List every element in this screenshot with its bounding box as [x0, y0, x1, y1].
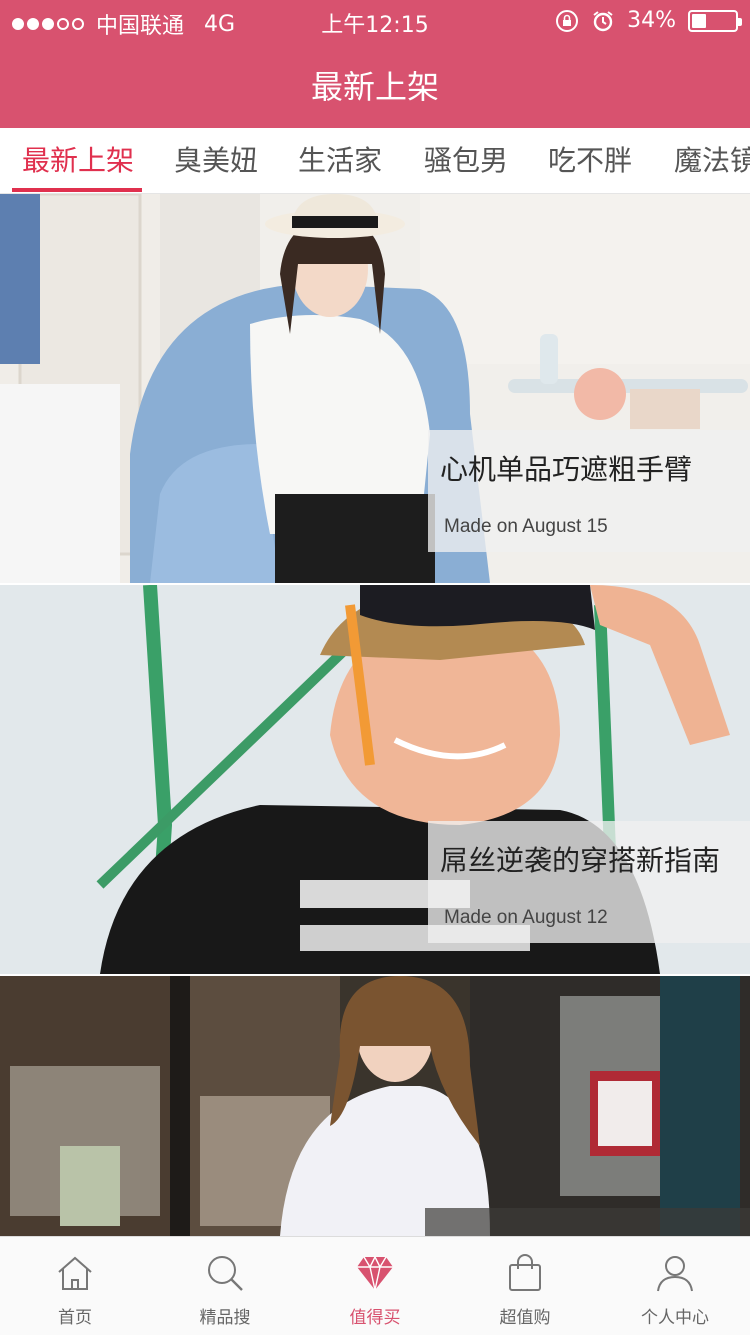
- article-title: 屌丝逆袭的穿搭新指南: [440, 844, 721, 877]
- alarm-icon: [593, 10, 613, 31]
- nav-profile-label: 个人中心: [641, 1308, 709, 1328]
- tab-chou-mei-niu[interactable]: 臭美妞: [174, 128, 258, 193]
- article-caption: 屌丝逆袭的穿搭新指南 Made on August 12: [428, 821, 750, 943]
- status-left: 中国联通 4G: [12, 8, 235, 40]
- signal-strength-icon: [12, 18, 84, 30]
- nav-worth-buying-label: 值得买: [349, 1308, 401, 1328]
- network-type: 4G: [204, 11, 236, 37]
- battery-percent: 34%: [627, 8, 676, 33]
- nav-search[interactable]: 精品搜: [150, 1237, 300, 1335]
- carrier-name: 中国联通: [96, 14, 185, 39]
- active-tab-indicator: [12, 188, 142, 192]
- article-date: Made on August 15: [444, 516, 608, 537]
- bottom-navigation: 首页 精品搜 值得买 超值购 个人中心: [0, 1236, 750, 1335]
- app-header: 中国联通 4G 上午12:15 34% 最新上架: [0, 0, 750, 128]
- article-photo-woman-storefront: [0, 976, 750, 1236]
- article-date: Made on August 12: [444, 907, 608, 928]
- nav-great-deals[interactable]: 超值购: [450, 1237, 600, 1335]
- tab-mo-fa-jing[interactable]: 魔法镜: [674, 128, 750, 193]
- article-card[interactable]: [0, 976, 750, 1236]
- tab-chi-bu-pang[interactable]: 吃不胖: [548, 128, 632, 193]
- nav-worth-buying[interactable]: 值得买: [300, 1237, 450, 1335]
- diamond-icon: [357, 1255, 393, 1291]
- shopping-bag-icon: [509, 1254, 541, 1291]
- home-icon: [58, 1256, 92, 1290]
- article-caption: 心机单品巧遮粗手臂 Made on August 15: [428, 430, 750, 552]
- article-feed: 心机单品巧遮粗手臂 Made on August 15 屌丝逆袭的穿搭新指南 M…: [0, 194, 750, 1236]
- search-icon: [208, 1256, 243, 1291]
- status-bar: 中国联通 4G 上午12:15 34%: [0, 0, 750, 40]
- article-card[interactable]: 心机单品巧遮粗手臂 Made on August 15: [0, 194, 750, 583]
- rotation-lock-icon: [556, 9, 579, 32]
- nav-home-label: 首页: [58, 1308, 92, 1328]
- nav-search-label: 精品搜: [199, 1308, 251, 1328]
- page-title: 最新上架: [310, 68, 439, 106]
- user-icon: [657, 1256, 693, 1292]
- status-right: 34%: [555, 8, 742, 33]
- article-card[interactable]: 屌丝逆袭的穿搭新指南 Made on August 12: [0, 585, 750, 974]
- category-tabs: 最新上架 臭美妞 生活家 骚包男 吃不胖 魔法镜: [0, 128, 750, 194]
- nav-home[interactable]: 首页: [0, 1237, 150, 1335]
- nav-great-deals-label: 超值购: [499, 1308, 551, 1328]
- tab-sheng-huo-jia[interactable]: 生活家: [298, 128, 382, 193]
- tab-sao-bao-nan[interactable]: 骚包男: [424, 128, 508, 193]
- article-title: 心机单品巧遮粗手臂: [440, 453, 693, 486]
- battery-icon: [688, 9, 742, 32]
- nav-profile[interactable]: 个人中心: [600, 1237, 750, 1335]
- tab-newest[interactable]: 最新上架: [22, 128, 134, 193]
